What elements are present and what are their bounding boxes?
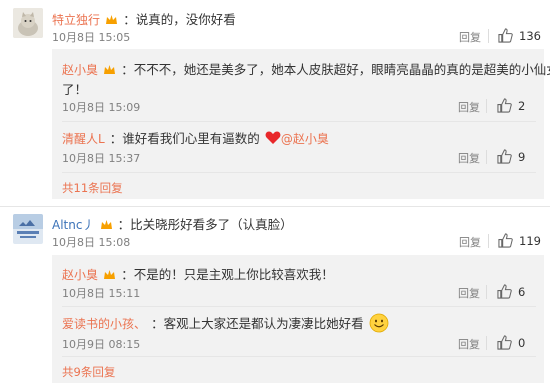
reply-text: ：谁好看我们心里有逼数的 (109, 131, 260, 146)
blue-avatar (13, 214, 43, 244)
smile-emoji-icon (369, 313, 389, 333)
reply-text: ：不不不，她还是美多了，她本人皮肤超好，眼睛亮晶晶的真的是超美的小仙女 (121, 62, 550, 77)
like-count: 9 (518, 150, 526, 164)
like-count: 0 (518, 336, 526, 350)
divider (62, 121, 536, 122)
reply-time: 10月8日 15:09 (62, 101, 141, 114)
reply-button[interactable]: 回复 (459, 29, 481, 45)
thumbs-up-icon (498, 233, 513, 248)
divider (486, 150, 487, 164)
comment-text: ：比关晓彤好看多了（认真脸） (117, 217, 293, 232)
reply-time: 10月8日 15:11 (62, 287, 141, 300)
like-button[interactable]: 136 (498, 28, 543, 44)
like-button[interactable]: 2 (497, 98, 537, 114)
reply-button[interactable]: 回复 (459, 234, 481, 250)
reply-time: 10月9日 08:15 (62, 338, 141, 351)
thumbs-up-icon (497, 335, 512, 350)
reply-button[interactable]: 回复 (458, 285, 480, 301)
like-count: 6 (518, 285, 526, 299)
divider (62, 306, 536, 307)
vip-badge-icon (104, 270, 116, 279)
heart-icon (265, 131, 281, 144)
reply-username[interactable]: 赵小臭 (62, 63, 98, 77)
comment-username[interactable]: Altnc丿 (52, 218, 94, 232)
like-button[interactable]: 119 (498, 233, 543, 249)
reply-username[interactable]: 爱读书的小孩、 (62, 317, 146, 331)
reply-button[interactable]: 回复 (458, 150, 480, 166)
reply-username[interactable]: 清醒人L (62, 132, 105, 146)
like-button[interactable]: 6 (497, 284, 537, 300)
thumbs-up-icon (497, 284, 512, 299)
divider (486, 285, 487, 299)
view-more-replies-link[interactable]: 共9条回复 (62, 364, 115, 380)
mention-link[interactable]: @赵小臭 (281, 132, 329, 146)
like-count: 2 (518, 99, 526, 113)
comment-text: ：说真的，没你好看 (123, 12, 236, 27)
reply-button[interactable]: 回复 (458, 99, 480, 115)
avatar[interactable] (13, 214, 43, 244)
thumbs-up-icon (498, 28, 513, 43)
reply-button[interactable]: 回复 (458, 336, 480, 352)
like-count: 136 (519, 29, 541, 43)
cat-avatar (13, 8, 43, 38)
thumbs-up-icon (497, 149, 512, 164)
divider (486, 99, 487, 113)
reply-text: ：客观上大家还是都认为凄凄比她好看 (151, 316, 364, 331)
reply-text-continued: 了！ (62, 82, 88, 97)
divider (62, 172, 536, 173)
thumbs-up-icon (497, 98, 512, 113)
avatar[interactable] (13, 8, 43, 38)
like-count: 119 (519, 234, 541, 248)
divider (62, 356, 536, 357)
divider (488, 234, 489, 248)
like-button[interactable]: 0 (497, 335, 537, 351)
reply-time: 10月8日 15:37 (62, 152, 141, 165)
comment-divider (0, 206, 550, 207)
like-button[interactable]: 9 (497, 149, 537, 165)
view-more-replies-link[interactable]: 共11条回复 (62, 180, 123, 196)
comment-time: 10月8日 15:08 (52, 236, 131, 249)
comment-username[interactable]: 特立独行 (52, 13, 100, 27)
vip-badge-icon (100, 220, 112, 229)
divider (488, 29, 489, 43)
reply-username[interactable]: 赵小臭 (62, 268, 98, 282)
vip-badge-icon (106, 15, 118, 24)
divider (486, 336, 487, 350)
reply-text: ：不是的！只是主观上你比较喜欢我！ (121, 267, 334, 282)
vip-badge-icon (104, 65, 116, 74)
comment-time: 10月8日 15:05 (52, 31, 131, 44)
